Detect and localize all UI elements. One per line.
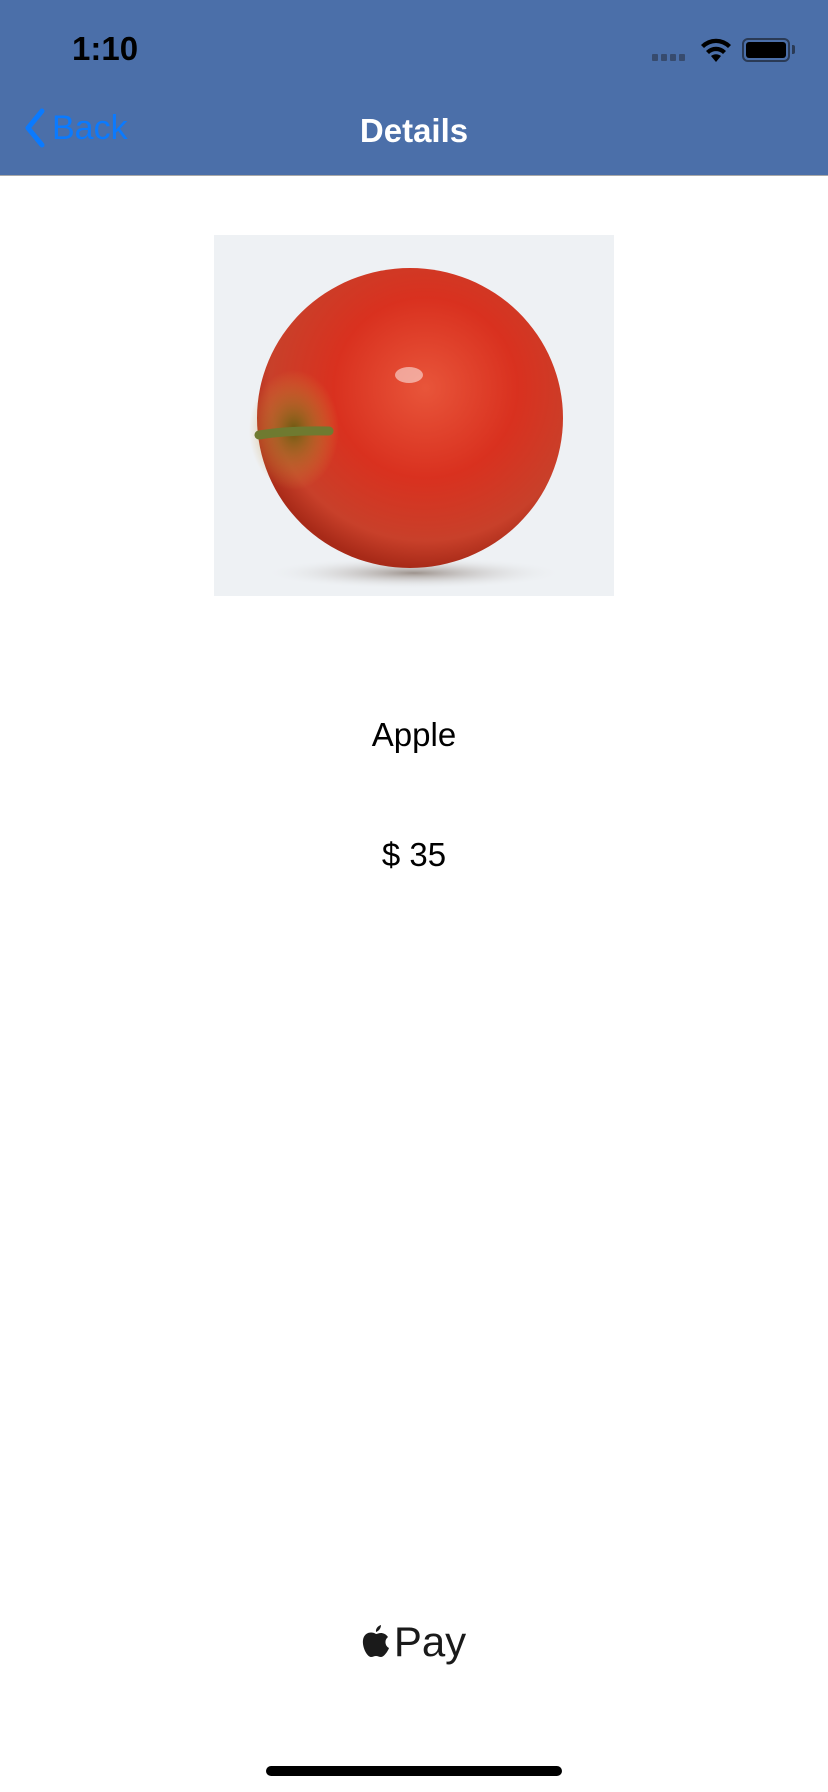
battery-tip (792, 45, 795, 54)
navigation-header: 1:10 Back Details (0, 0, 828, 176)
battery-icon (742, 38, 790, 62)
apple-pay-button[interactable]: Pay (340, 1612, 488, 1672)
signal-icon (652, 54, 685, 61)
status-time: 1:10 (72, 30, 139, 67)
home-indicator[interactable] (266, 1766, 562, 1776)
product-image (214, 235, 614, 596)
product-price: $ 35 (381, 836, 447, 873)
product-name: Apple (371, 716, 457, 753)
apple-pay-label: Pay (393, 1618, 467, 1665)
apple-logo-icon (362, 1625, 389, 1657)
page-title: Details (359, 112, 469, 149)
wifi-icon (701, 38, 731, 62)
